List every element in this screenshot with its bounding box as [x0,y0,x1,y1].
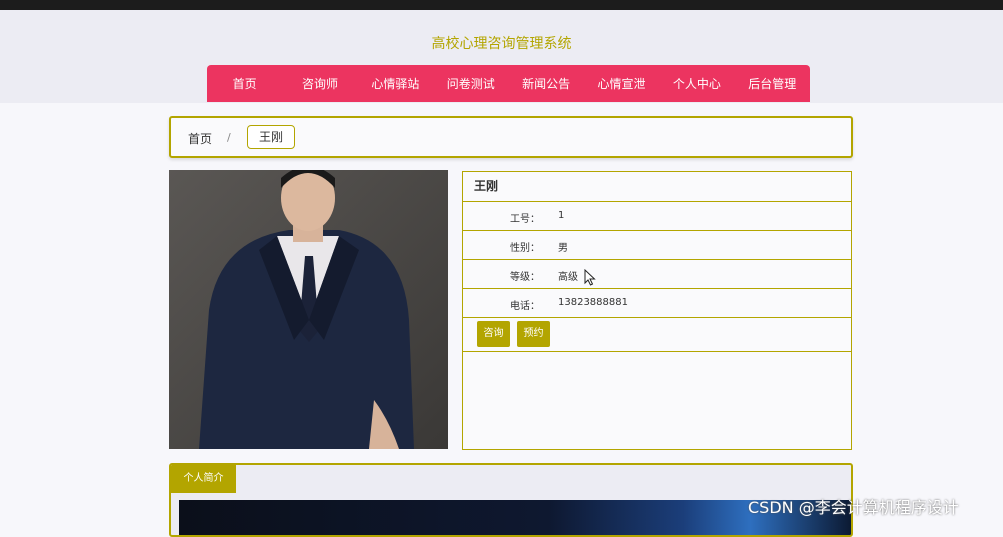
info-value-gender: 男 [558,243,568,254]
site-title: 高校心理咨询管理系统 [431,36,572,52]
info-row-level: 等级： 高级 [463,260,851,289]
mouse-pointer-icon [584,269,596,286]
breadcrumb-separator: / [227,131,231,144]
nav-item-mood-venting[interactable]: 心情宣泄 [584,65,659,102]
consult-button[interactable]: 咨询 [477,321,510,347]
info-row-id: 工号： 1 [463,202,851,231]
counselor-info-panel: 王刚 工号： 1 性别： 男 等级： 高级 电话： 13823888881 咨询… [462,171,852,450]
info-label-id: 工号： [510,214,540,225]
nav-item-mood-station[interactable]: 心情驿站 [358,65,433,102]
info-value-id: 1 [558,210,565,221]
info-label-phone: 电话： [510,301,540,312]
info-value-level: 高级 [558,272,578,283]
info-row-phone: 电话： 13823888881 [463,289,851,318]
breadcrumb-current: 王刚 [247,125,296,149]
nav-item-home[interactable]: 首页 [207,65,282,102]
counselor-name: 王刚 [463,172,851,202]
nav-item-news[interactable]: 新闻公告 [509,65,584,102]
nav-item-profile[interactable]: 个人中心 [659,65,734,102]
breadcrumb-home-link[interactable]: 首页 [188,130,212,147]
info-label-level: 等级： [510,272,540,283]
action-buttons: 咨询 预约 [463,318,851,352]
tab-intro[interactable]: 个人简介 [171,465,236,493]
info-label-gender: 性别： [510,243,540,254]
breadcrumb: 首页 / 王刚 [169,116,853,158]
watermark: CSDN @李会计算机程序设计 [748,498,959,517]
nav-item-counselor[interactable]: 咨询师 [282,65,357,102]
info-row-gender: 性别： 男 [463,231,851,260]
counselor-photo-illustration [169,170,448,449]
info-value-phone: 13823888881 [558,297,628,308]
window-top-bar [0,0,1003,10]
counselor-photo [169,170,448,449]
nav-item-admin[interactable]: 后台管理 [735,65,810,102]
nav-item-questionnaire[interactable]: 问卷测试 [433,65,508,102]
book-appointment-button[interactable]: 预约 [517,321,550,347]
main-nav: 首页 咨询师 心情驿站 问卷测试 新闻公告 心情宣泄 个人中心 后台管理 [207,65,810,102]
